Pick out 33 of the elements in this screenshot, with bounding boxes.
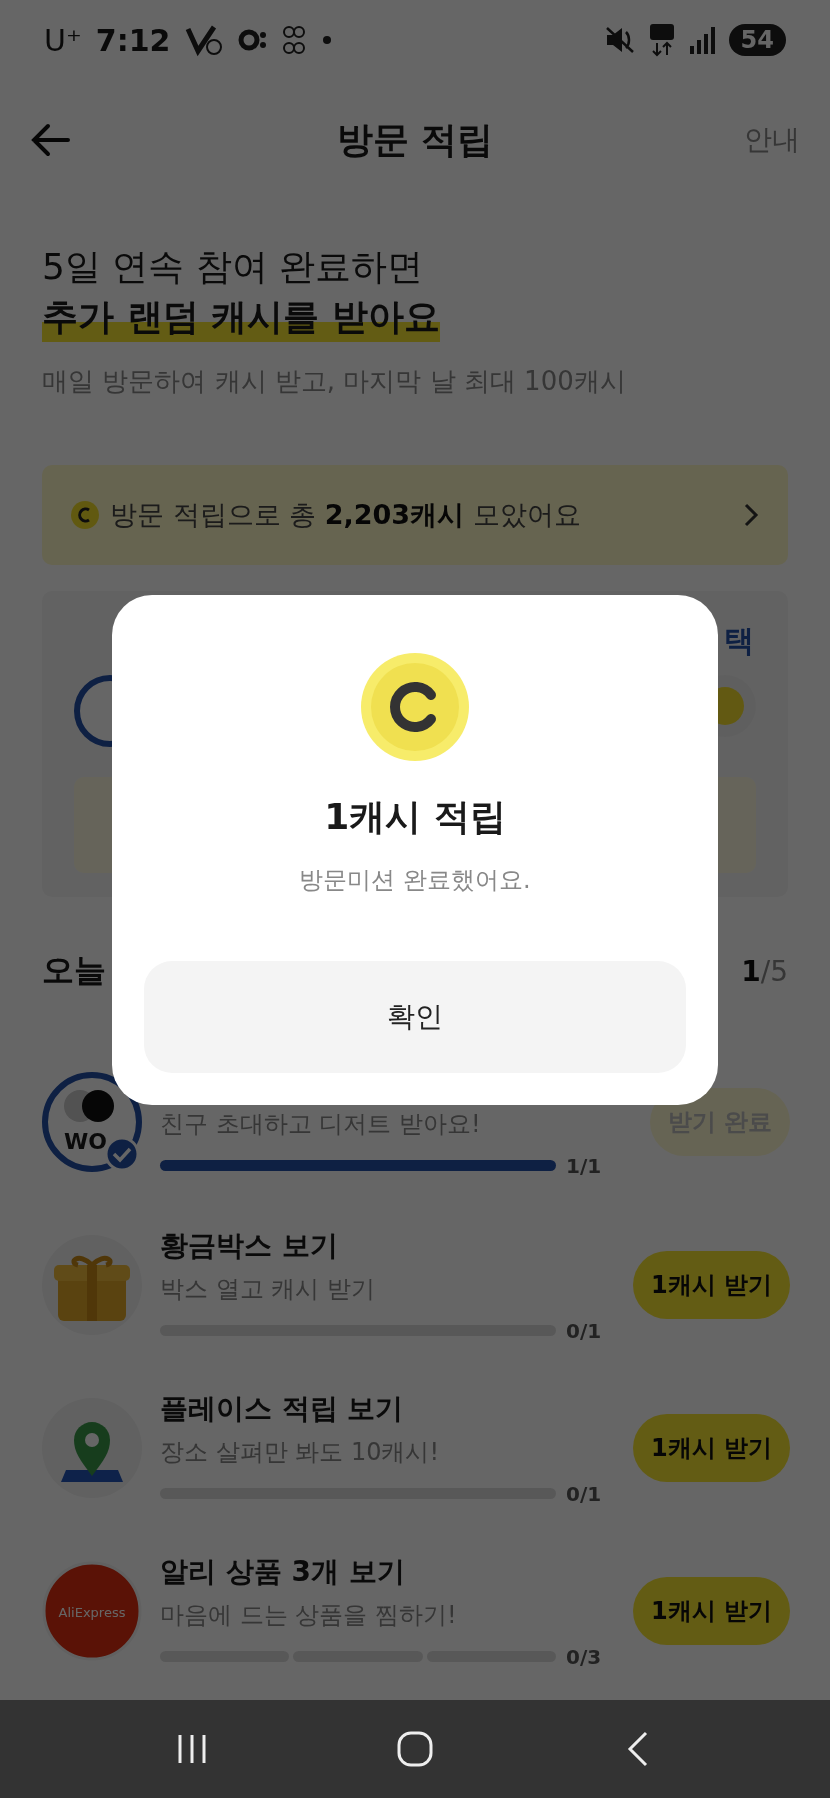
card-link[interactable]: 택 (724, 621, 754, 662)
dot-icon (322, 35, 333, 45)
battery-indicator: 54 (728, 24, 786, 56)
mission-title: 플레이스 적립 보기 (160, 1390, 405, 1427)
signal-icon (688, 26, 715, 54)
mobile-data-icon (648, 23, 675, 57)
total-cash-text: 방문 적립으로 총 2,203캐시 모았어요 (110, 498, 582, 532)
carrier-label: U⁺ (44, 22, 82, 58)
total-cash-banner[interactable]: 방문 적립으로 총 2,203캐시 모았어요 (42, 465, 788, 565)
mission-title: 황금박스 보기 (160, 1227, 339, 1264)
dialog-message: 방문미션 완료했어요. (299, 865, 531, 896)
coin-icon (359, 651, 471, 763)
clock: 7:12 (95, 22, 171, 58)
section-title: 오늘 (42, 950, 106, 991)
claim-button[interactable]: 1캐시 받기 (632, 1413, 790, 1482)
back-arrow-icon[interactable] (30, 123, 70, 157)
headline: 5일 연속 참여 완료하면 (42, 245, 425, 289)
notification-icon (184, 23, 225, 57)
claim-button[interactable]: 1캐시 받기 (632, 1576, 790, 1645)
chevron-right-icon (742, 501, 760, 529)
progress-count: 0/3 (566, 1644, 602, 1669)
coin-icon (70, 500, 100, 530)
confirm-button[interactable]: 확인 (144, 961, 686, 1073)
mute-icon (604, 26, 635, 54)
notification-icon (238, 28, 269, 52)
progress-count: 1/1 (566, 1153, 602, 1178)
dialog-title: 1캐시 적립 (324, 795, 506, 839)
logo-text: WO (64, 1129, 107, 1154)
progress-count: 0/1 (566, 1481, 602, 1506)
claim-button[interactable]: 1캐시 받기 (632, 1250, 790, 1319)
progress-count: 0/1 (566, 1318, 602, 1343)
page-title: 방문 적립 (336, 118, 494, 160)
mission-title: 알리 상품 3개 보기 (160, 1553, 406, 1590)
